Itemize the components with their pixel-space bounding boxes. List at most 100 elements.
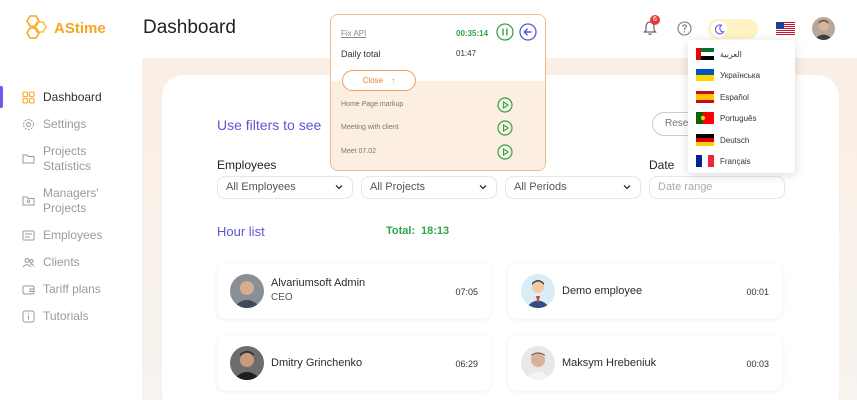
- employees-select[interactable]: All Employees: [217, 176, 353, 199]
- employee-avatar: [230, 346, 264, 380]
- play-button[interactable]: [497, 144, 513, 160]
- folder-icon: [22, 154, 35, 164]
- timer-task-list: Home Page markup Meeting with client Mee…: [331, 81, 545, 170]
- language-dropdown: العربية Українська Español Português Deu…: [688, 40, 795, 173]
- user-avatar[interactable]: [812, 17, 835, 40]
- employee-card[interactable]: Alvariumsoft Admin CEO 07:05: [217, 263, 491, 319]
- us-flag-icon: [776, 22, 795, 35]
- grid-icon: [22, 91, 35, 104]
- language-label: Deutsch: [720, 135, 750, 145]
- sidebar-item-label: Tutorials: [43, 309, 89, 323]
- current-task-time: 00:35:14: [456, 29, 489, 38]
- language-label: Français: [720, 156, 751, 166]
- total-label: Total:: [386, 225, 416, 237]
- close-button[interactable]: Close ↑: [342, 70, 416, 91]
- employee-name: Alvariumsoft Admin: [271, 277, 366, 289]
- sidebar-item-settings[interactable]: Settings: [0, 117, 140, 132]
- play-button[interactable]: [497, 97, 513, 113]
- date-range-input[interactable]: Date range: [649, 176, 785, 199]
- notification-badge: 6: [650, 15, 660, 25]
- employees-filter-label: Employees: [217, 158, 277, 172]
- language-label: Español: [720, 92, 749, 102]
- language-option-ukrainian[interactable]: Українська: [696, 69, 760, 81]
- chevron-down-icon: [623, 185, 631, 190]
- back-arrow-button[interactable]: [519, 23, 537, 41]
- sidebar-item-label: Tariff plans: [43, 282, 101, 296]
- fr-flag-icon: [696, 155, 714, 167]
- logo-text: AStime: [54, 19, 106, 37]
- es-flag-icon: [696, 91, 714, 103]
- app-logo[interactable]: AStime: [22, 14, 106, 42]
- date-filter-label: Date: [649, 158, 675, 172]
- task-item-label: Home Page markup: [341, 101, 404, 108]
- task-item-label: Meet 07.02: [341, 148, 377, 155]
- employee-time: 00:03: [746, 359, 769, 369]
- theme-toggle[interactable]: [708, 19, 758, 39]
- projects-select-value: All Projects: [370, 181, 426, 193]
- sidebar-item-tariff-plans[interactable]: Tariff plans: [0, 282, 140, 297]
- employee-card[interactable]: Demo employee 00:01: [508, 263, 782, 319]
- sidebar-item-label: Settings: [43, 117, 87, 131]
- folder-user-icon: [22, 196, 35, 206]
- sidebar-item-managers-projects[interactable]: Managers' Projects: [0, 186, 140, 216]
- language-option-arabic[interactable]: العربية: [696, 48, 742, 60]
- periods-select[interactable]: All Periods: [505, 176, 641, 199]
- employee-placeholder-icon: [521, 274, 555, 308]
- help-button[interactable]: [674, 18, 694, 38]
- sidebar-item-label: Managers' Projects: [43, 186, 99, 215]
- sidebar-item-employees[interactable]: Employees: [0, 228, 140, 243]
- language-label: Português: [720, 113, 757, 123]
- sidebar-item-label: Clients: [43, 255, 80, 269]
- employee-avatar: [230, 274, 264, 308]
- sidebar: Dashboard Settings Projects Statistics M…: [0, 82, 140, 336]
- gear-icon: [23, 119, 34, 130]
- user-photo-icon: [812, 17, 835, 40]
- employee-card[interactable]: Dmitry Grinchenko 06:29: [217, 335, 491, 391]
- sidebar-item-tutorials[interactable]: Tutorials: [0, 309, 140, 324]
- projects-select[interactable]: All Projects: [361, 176, 497, 199]
- page-title: Dashboard: [143, 17, 236, 38]
- de-flag-icon: [696, 134, 714, 146]
- employee-card[interactable]: Maksym Hrebeniuk 00:03: [508, 335, 782, 391]
- employee-time: 07:05: [455, 287, 478, 297]
- ae-flag-icon: [696, 48, 714, 60]
- sidebar-item-label: Projects Statistics: [43, 144, 92, 173]
- theme-knob: [711, 21, 727, 37]
- filters-title: Use filters to see: [217, 117, 322, 133]
- hour-list-title: Hour list: [217, 224, 265, 239]
- sidebar-item-dashboard[interactable]: Dashboard: [0, 90, 140, 105]
- sidebar-item-projects-statistics[interactable]: Projects Statistics: [0, 144, 140, 174]
- employee-photo-icon: [230, 346, 264, 380]
- current-task-link[interactable]: Fix API: [341, 29, 366, 38]
- language-option-french[interactable]: Français: [696, 155, 751, 167]
- employee-time: 06:29: [455, 359, 478, 369]
- sidebar-item-label: Employees: [43, 228, 103, 242]
- play-button[interactable]: [497, 120, 513, 136]
- language-selector[interactable]: [776, 22, 795, 35]
- employee-role: CEO: [271, 292, 293, 303]
- language-label: العربية: [720, 49, 742, 59]
- arrow-up-icon: ↑: [391, 76, 396, 85]
- pause-button[interactable]: [496, 23, 514, 41]
- language-label: Українська: [720, 70, 761, 80]
- sidebar-item-label: Dashboard: [43, 90, 102, 104]
- id-card-icon: [22, 230, 35, 241]
- pt-flag-icon: [696, 112, 714, 124]
- employees-select-value: All Employees: [226, 181, 296, 193]
- language-option-spanish[interactable]: Español: [696, 91, 749, 103]
- info-icon: [22, 310, 35, 323]
- moon-icon: [714, 23, 725, 34]
- language-option-portuguese[interactable]: Português: [696, 112, 756, 124]
- employee-photo-icon: [230, 274, 264, 308]
- users-icon: [22, 258, 35, 268]
- daily-total-label: Daily total: [341, 49, 381, 59]
- notifications-button[interactable]: 6: [640, 15, 660, 38]
- periods-select-value: All Periods: [514, 181, 567, 193]
- sidebar-item-clients[interactable]: Clients: [0, 255, 140, 270]
- total-value: 18:13: [421, 225, 450, 237]
- employee-time: 00:01: [746, 287, 769, 297]
- question-circle-icon: [676, 20, 692, 36]
- employee-avatar: [521, 274, 555, 308]
- ua-flag-icon: [696, 69, 714, 81]
- language-option-german[interactable]: Deutsch: [696, 134, 749, 146]
